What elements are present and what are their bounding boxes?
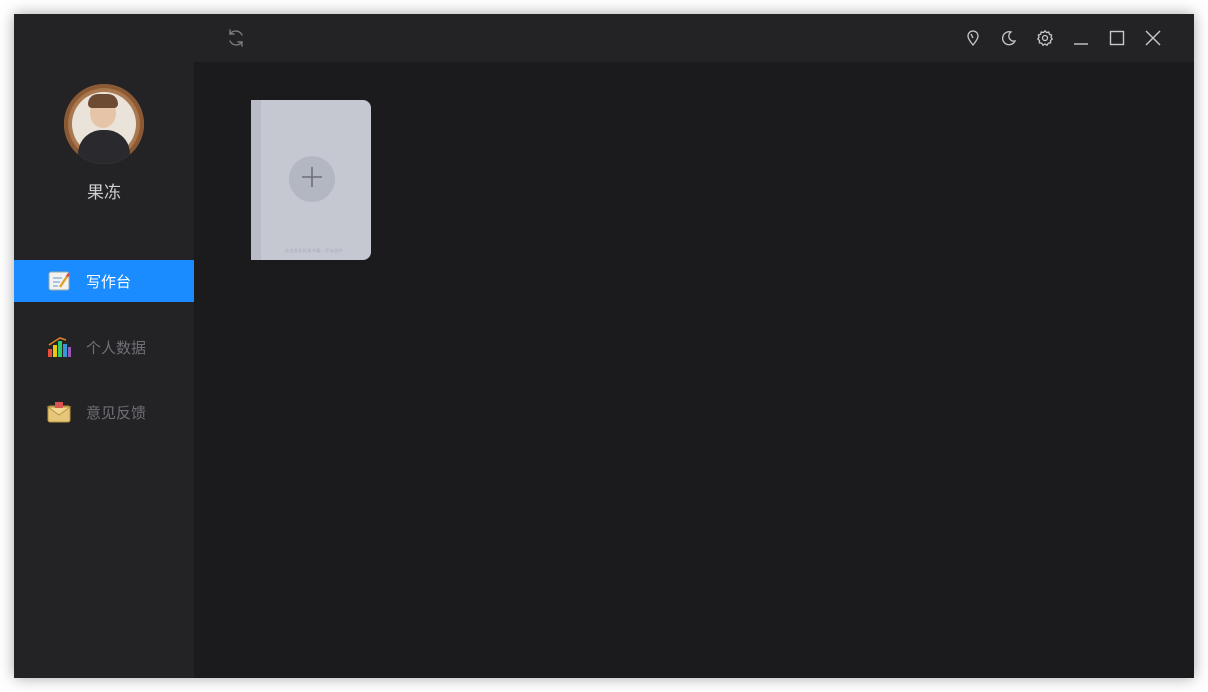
sidebar-item-personal-data[interactable]: 个人数据 bbox=[14, 326, 194, 368]
book-spine bbox=[251, 100, 261, 260]
top-bar bbox=[194, 14, 1194, 62]
avatar[interactable] bbox=[64, 84, 144, 164]
book-caption: 点击此处新建书籍，开始创作 bbox=[284, 248, 344, 253]
main-content: 点击此处新建书籍，开始创作 bbox=[194, 62, 1194, 678]
app-window: 果冻 写作台 个人数据 意见反馈 点击此处新建书籍，开始创作 bbox=[14, 14, 1194, 678]
username: 果冻 bbox=[87, 183, 121, 203]
new-book-card[interactable]: 点击此处新建书籍，开始创作 bbox=[251, 100, 371, 260]
sidebar-item-label: 个人数据 bbox=[86, 338, 147, 357]
notepad-pen-icon bbox=[46, 269, 72, 293]
add-book-button[interactable] bbox=[289, 156, 335, 202]
sidebar-item-label: 写作台 bbox=[86, 272, 132, 291]
moon-icon[interactable] bbox=[997, 26, 1021, 50]
sidebar-item-writing-desk[interactable]: 写作台 bbox=[14, 260, 194, 302]
sidebar-item-label: 意见反馈 bbox=[86, 403, 147, 422]
minimize-icon[interactable] bbox=[1069, 26, 1093, 50]
sidebar: 果冻 写作台 个人数据 意见反馈 bbox=[14, 14, 194, 678]
envelope-icon bbox=[46, 400, 72, 424]
bar-chart-icon bbox=[46, 335, 72, 359]
sidebar-item-feedback[interactable]: 意见反馈 bbox=[14, 391, 194, 433]
plus-icon bbox=[300, 165, 324, 193]
location-pin-icon[interactable] bbox=[961, 26, 985, 50]
gear-icon[interactable] bbox=[1033, 26, 1057, 50]
maximize-icon[interactable] bbox=[1105, 26, 1129, 50]
refresh-icon[interactable] bbox=[224, 26, 248, 50]
close-icon[interactable] bbox=[1141, 26, 1165, 50]
